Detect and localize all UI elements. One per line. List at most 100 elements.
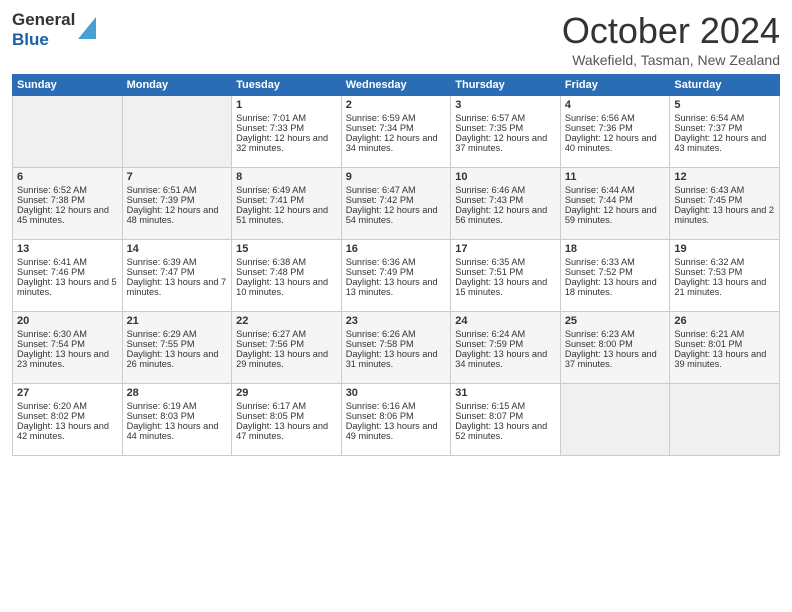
- logo-general: General: [12, 10, 75, 30]
- calendar-cell: 11Sunrise: 6:44 AMSunset: 7:44 PMDayligh…: [560, 168, 670, 240]
- sunrise-text: Sunrise: 6:39 AM: [127, 257, 228, 267]
- calendar-cell: 9Sunrise: 6:47 AMSunset: 7:42 PMDaylight…: [341, 168, 451, 240]
- day-number: 6: [17, 171, 118, 183]
- calendar-cell: 4Sunrise: 6:56 AMSunset: 7:36 PMDaylight…: [560, 96, 670, 168]
- logo-text-block: General Blue: [12, 10, 96, 49]
- calendar-cell: 23Sunrise: 6:26 AMSunset: 7:58 PMDayligh…: [341, 312, 451, 384]
- day-number: 20: [17, 315, 118, 327]
- day-number: 15: [236, 243, 337, 255]
- sunrise-text: Sunrise: 7:01 AM: [236, 113, 337, 123]
- logo-blue: Blue: [12, 30, 75, 50]
- daylight-text: Daylight: 12 hours and 37 minutes.: [455, 133, 556, 153]
- daylight-text: Daylight: 12 hours and 34 minutes.: [346, 133, 447, 153]
- sunrise-text: Sunrise: 6:19 AM: [127, 401, 228, 411]
- daylight-text: Daylight: 12 hours and 56 minutes.: [455, 205, 556, 225]
- day-number: 19: [674, 243, 775, 255]
- sunset-text: Sunset: 7:43 PM: [455, 195, 556, 205]
- daylight-text: Daylight: 13 hours and 26 minutes.: [127, 349, 228, 369]
- sunrise-text: Sunrise: 6:27 AM: [236, 329, 337, 339]
- sunset-text: Sunset: 8:03 PM: [127, 411, 228, 421]
- day-number: 18: [565, 243, 666, 255]
- sunset-text: Sunset: 8:00 PM: [565, 339, 666, 349]
- calendar-cell: 8Sunrise: 6:49 AMSunset: 7:41 PMDaylight…: [232, 168, 342, 240]
- day-number: 26: [674, 315, 775, 327]
- sunrise-text: Sunrise: 6:46 AM: [455, 185, 556, 195]
- daylight-text: Daylight: 13 hours and 39 minutes.: [674, 349, 775, 369]
- sunrise-text: Sunrise: 6:20 AM: [17, 401, 118, 411]
- week-row-2: 6Sunrise: 6:52 AMSunset: 7:38 PMDaylight…: [13, 168, 780, 240]
- calendar-cell: 29Sunrise: 6:17 AMSunset: 8:05 PMDayligh…: [232, 384, 342, 456]
- sunset-text: Sunset: 7:49 PM: [346, 267, 447, 277]
- day-number: 12: [674, 171, 775, 183]
- day-number: 17: [455, 243, 556, 255]
- daylight-text: Daylight: 13 hours and 15 minutes.: [455, 277, 556, 297]
- daylight-text: Daylight: 13 hours and 49 minutes.: [346, 421, 447, 441]
- sunset-text: Sunset: 7:35 PM: [455, 123, 556, 133]
- day-number: 9: [346, 171, 447, 183]
- sunrise-text: Sunrise: 6:41 AM: [17, 257, 118, 267]
- daylight-text: Daylight: 12 hours and 32 minutes.: [236, 133, 337, 153]
- sunrise-text: Sunrise: 6:44 AM: [565, 185, 666, 195]
- sunset-text: Sunset: 7:52 PM: [565, 267, 666, 277]
- header: General Blue October 2024 Wakefield, Tas…: [12, 10, 780, 68]
- day-number: 16: [346, 243, 447, 255]
- col-header-monday: Monday: [122, 75, 232, 96]
- sunset-text: Sunset: 7:51 PM: [455, 267, 556, 277]
- calendar-cell: 28Sunrise: 6:19 AMSunset: 8:03 PMDayligh…: [122, 384, 232, 456]
- daylight-text: Daylight: 13 hours and 5 minutes.: [17, 277, 118, 297]
- sunrise-text: Sunrise: 6:47 AM: [346, 185, 447, 195]
- sunrise-text: Sunrise: 6:56 AM: [565, 113, 666, 123]
- daylight-text: Daylight: 12 hours and 45 minutes.: [17, 205, 118, 225]
- calendar-table: SundayMondayTuesdayWednesdayThursdayFrid…: [12, 74, 780, 456]
- daylight-text: Daylight: 12 hours and 54 minutes.: [346, 205, 447, 225]
- col-header-tuesday: Tuesday: [232, 75, 342, 96]
- sunset-text: Sunset: 7:39 PM: [127, 195, 228, 205]
- sunset-text: Sunset: 7:58 PM: [346, 339, 447, 349]
- day-number: 24: [455, 315, 556, 327]
- day-number: 30: [346, 387, 447, 399]
- week-row-4: 20Sunrise: 6:30 AMSunset: 7:54 PMDayligh…: [13, 312, 780, 384]
- sunset-text: Sunset: 8:01 PM: [674, 339, 775, 349]
- sunset-text: Sunset: 7:56 PM: [236, 339, 337, 349]
- sunrise-text: Sunrise: 6:24 AM: [455, 329, 556, 339]
- day-number: 8: [236, 171, 337, 183]
- sunrise-text: Sunrise: 6:15 AM: [455, 401, 556, 411]
- sunset-text: Sunset: 8:07 PM: [455, 411, 556, 421]
- daylight-text: Daylight: 12 hours and 43 minutes.: [674, 133, 775, 153]
- sunset-text: Sunset: 7:33 PM: [236, 123, 337, 133]
- calendar-cell: 6Sunrise: 6:52 AMSunset: 7:38 PMDaylight…: [13, 168, 123, 240]
- daylight-text: Daylight: 13 hours and 44 minutes.: [127, 421, 228, 441]
- calendar-cell: 17Sunrise: 6:35 AMSunset: 7:51 PMDayligh…: [451, 240, 561, 312]
- calendar-cell: 3Sunrise: 6:57 AMSunset: 7:35 PMDaylight…: [451, 96, 561, 168]
- calendar-cell: 22Sunrise: 6:27 AMSunset: 7:56 PMDayligh…: [232, 312, 342, 384]
- sunrise-text: Sunrise: 6:36 AM: [346, 257, 447, 267]
- calendar-cell: 18Sunrise: 6:33 AMSunset: 7:52 PMDayligh…: [560, 240, 670, 312]
- calendar-cell: 15Sunrise: 6:38 AMSunset: 7:48 PMDayligh…: [232, 240, 342, 312]
- daylight-text: Daylight: 13 hours and 13 minutes.: [346, 277, 447, 297]
- week-row-5: 27Sunrise: 6:20 AMSunset: 8:02 PMDayligh…: [13, 384, 780, 456]
- sunset-text: Sunset: 7:53 PM: [674, 267, 775, 277]
- day-number: 25: [565, 315, 666, 327]
- sunrise-text: Sunrise: 6:26 AM: [346, 329, 447, 339]
- calendar-cell: [670, 384, 780, 456]
- calendar-cell: 2Sunrise: 6:59 AMSunset: 7:34 PMDaylight…: [341, 96, 451, 168]
- sunrise-text: Sunrise: 6:17 AM: [236, 401, 337, 411]
- sunrise-text: Sunrise: 6:52 AM: [17, 185, 118, 195]
- day-number: 11: [565, 171, 666, 183]
- day-number: 2: [346, 99, 447, 111]
- logo-icon: [78, 17, 96, 39]
- week-row-1: 1Sunrise: 7:01 AMSunset: 7:33 PMDaylight…: [13, 96, 780, 168]
- calendar-cell: 20Sunrise: 6:30 AMSunset: 7:54 PMDayligh…: [13, 312, 123, 384]
- daylight-text: Daylight: 13 hours and 29 minutes.: [236, 349, 337, 369]
- daylight-text: Daylight: 13 hours and 47 minutes.: [236, 421, 337, 441]
- sunset-text: Sunset: 7:54 PM: [17, 339, 118, 349]
- sunrise-text: Sunrise: 6:32 AM: [674, 257, 775, 267]
- calendar-cell: 12Sunrise: 6:43 AMSunset: 7:45 PMDayligh…: [670, 168, 780, 240]
- day-number: 29: [236, 387, 337, 399]
- sunset-text: Sunset: 7:45 PM: [674, 195, 775, 205]
- sunset-text: Sunset: 7:46 PM: [17, 267, 118, 277]
- sunset-text: Sunset: 7:41 PM: [236, 195, 337, 205]
- sunrise-text: Sunrise: 6:16 AM: [346, 401, 447, 411]
- sunset-text: Sunset: 8:02 PM: [17, 411, 118, 421]
- calendar-cell: 31Sunrise: 6:15 AMSunset: 8:07 PMDayligh…: [451, 384, 561, 456]
